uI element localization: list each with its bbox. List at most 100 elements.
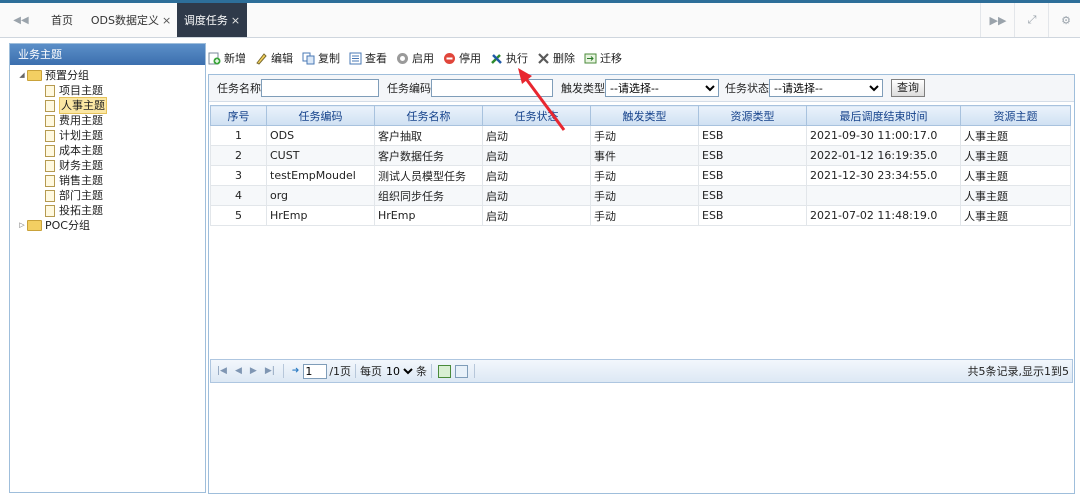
table-row[interactable]: 3 testEmpMoudel 测试人员模型任务 启动 手动 ESB 2021-… [210,165,1071,186]
fullscreen-icon[interactable]: ⤢ [1014,3,1049,37]
tree-item-label: 销售主题 [59,174,103,187]
table-cell: ESB [698,205,807,226]
table-cell: 手动 [590,125,699,146]
table-row[interactable]: 5 HrEmp HrEmp 启动 手动 ESB 2021-07-02 11:48… [210,205,1071,226]
table-cell: 2022-01-12 16:19:35.0 [806,145,961,166]
go-page-icon[interactable]: ➜ [292,366,300,376]
tree-item-investment[interactable]: 投拓主题 [10,203,205,218]
add-button[interactable]: 新增 [208,50,246,66]
tab-scroll-right-icon[interactable]: ▶▶ [980,3,1015,37]
table-header-row: 序号 任务编码 任务名称 任务状态 触发类型 资源类型 最后调度结束时间 资源主… [210,105,1071,126]
collapsed-arrow-icon[interactable]: ▷ [17,218,27,233]
column-header[interactable]: 最后调度结束时间 [806,105,961,126]
column-header[interactable]: 序号 [210,105,267,126]
copy-button[interactable]: 复制 [302,50,340,66]
table-cell: testEmpMoudel [266,165,375,186]
tree-item-expense[interactable]: 费用主题 [10,113,205,128]
table-cell: 2 [210,145,267,166]
tree-item-plan[interactable]: 计划主题 [10,128,205,143]
table-cell: ESB [698,125,807,146]
delete-icon [537,52,550,65]
table-cell: 人事主题 [960,145,1071,166]
tree-item-project[interactable]: 项目主题 [10,83,205,98]
column-header[interactable]: 任务名称 [374,105,483,126]
document-icon [45,204,55,217]
enable-button[interactable]: 启用 [396,50,434,66]
table-row[interactable]: 2 CUST 客户数据任务 启动 事件 ESB 2022-01-12 16:19… [210,145,1071,166]
column-header[interactable]: 触发类型 [590,105,699,126]
table-cell: 2021-12-30 23:34:55.0 [806,165,961,186]
topic-tree: ◢ 预置分组 项目主题 人事主题 费用主题 计划主题 成本主题 财务主题 销售主… [10,65,205,233]
tree-item-label: 部门主题 [59,189,103,202]
tab-ods-definition[interactable]: ODS数据定义 × [88,3,174,37]
export-doc-icon[interactable] [455,364,469,378]
table-cell: 人事主题 [960,165,1071,186]
pager-divider [282,364,284,378]
copy-icon [302,52,315,65]
disable-button[interactable]: 停用 [443,50,481,66]
task-grid-panel: 任务名称 任务编码 触发类型 --请选择-- 任务状态 --请选择-- 查询 序… [208,74,1075,494]
tab-scroll-left-icon[interactable]: ◀◀ [4,3,38,37]
enable-label: 启用 [412,52,434,65]
document-icon [45,84,55,97]
export-excel-icon[interactable] [438,364,452,378]
document-icon [45,159,55,172]
table-cell: 客户数据任务 [374,145,483,166]
column-header[interactable]: 任务编码 [266,105,375,126]
task-name-input[interactable] [261,79,379,97]
document-icon [45,174,55,187]
column-header[interactable]: 资源类型 [698,105,807,126]
close-icon[interactable]: × [231,14,240,27]
view-button[interactable]: 查看 [349,50,387,66]
folder-icon [27,220,42,231]
tree-item-department[interactable]: 部门主题 [10,188,205,203]
query-button[interactable]: 查询 [891,79,925,97]
delete-button[interactable]: 删除 [537,50,575,66]
table-cell: 人事主题 [960,125,1071,146]
folder-icon [27,70,42,81]
tree-item-finance[interactable]: 财务主题 [10,158,205,173]
tree-item-cost[interactable]: 成本主题 [10,143,205,158]
tab-bar: ◀◀ 首页 ODS数据定义 × 调度任务 × ▶▶ ⤢ ⚙ [0,3,1080,38]
tree-group-poc[interactable]: ▷ POC分组 [10,218,205,233]
tree-item-label: 财务主题 [59,159,103,172]
table-cell: 手动 [590,165,699,186]
tab-home[interactable]: 首页 [40,3,84,37]
per-page-label: 每页 [360,365,383,378]
total-pages-text: /1页 [329,365,352,378]
table-cell: ESB [698,185,807,206]
table-cell: 启动 [482,205,591,226]
expanded-arrow-icon[interactable]: ◢ [17,68,27,83]
tree-item-sales[interactable]: 销售主题 [10,173,205,188]
close-icon[interactable]: × [162,14,171,27]
execute-button[interactable]: 执行 [490,50,528,66]
column-header[interactable]: 资源主题 [960,105,1071,126]
tree-group-preset[interactable]: ◢ 预置分组 [10,68,205,83]
table-cell: 客户抽取 [374,125,483,146]
per-page-select[interactable]: 10 [382,363,417,379]
pager-divider [355,364,357,378]
sidebar-title: 业务主题 [10,44,205,65]
table-cell: org [266,185,375,206]
table-cell: 测试人员模型任务 [374,165,483,186]
task-name-label: 任务名称 [217,82,261,95]
table-cell: CUST [266,145,375,166]
table-cell: 启动 [482,145,591,166]
tab-schedule-tasks[interactable]: 调度任务 × [177,3,247,37]
gear-icon[interactable]: ⚙ [1048,3,1080,37]
edit-button[interactable]: 编辑 [255,50,293,66]
next-page-icon[interactable]: ▶ [250,366,257,376]
task-status-select[interactable]: --请选择-- [769,79,883,97]
page-number-input[interactable] [303,363,328,379]
prev-page-icon[interactable]: ◀ [235,366,242,376]
migrate-button[interactable]: 迁移 [584,50,622,66]
table-cell: 人事主题 [960,205,1071,226]
table-row[interactable]: 4 org 组织同步任务 启动 手动 ESB 人事主题 [210,185,1071,206]
table-row[interactable]: 1 ODS 客户抽取 启动 手动 ESB 2021-09-30 11:00:17… [210,125,1071,146]
first-page-icon[interactable]: |◀ [217,366,227,376]
document-icon [45,144,55,157]
last-page-icon[interactable]: ▶| [265,366,275,376]
tree-item-hr[interactable]: 人事主题 [10,97,205,114]
disable-icon [443,52,456,65]
trigger-type-select[interactable]: --请选择-- [605,79,719,97]
